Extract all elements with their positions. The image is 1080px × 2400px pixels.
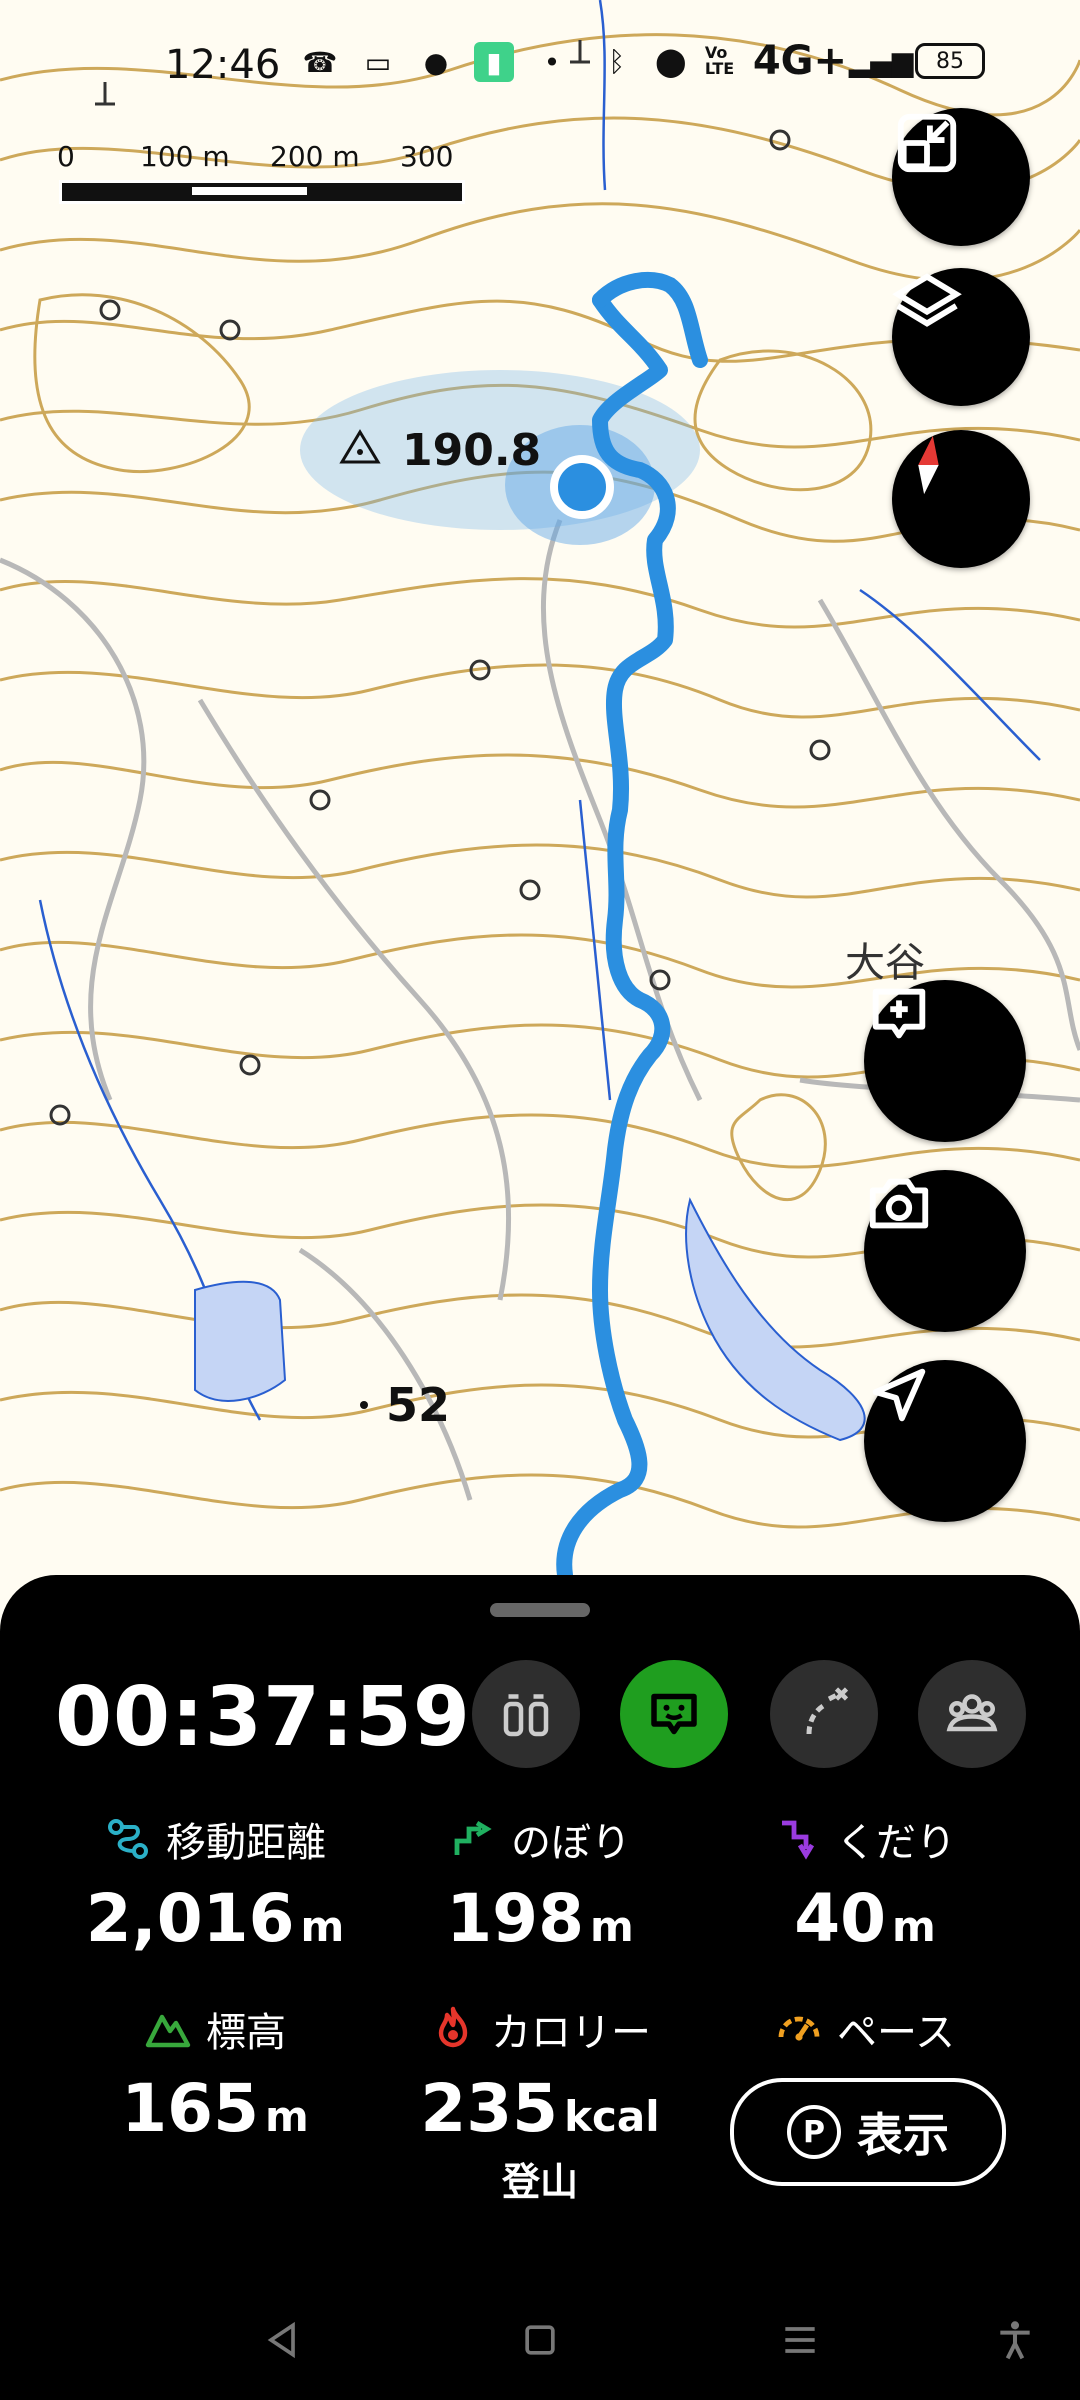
volte-icon: Vo LTE <box>704 43 735 78</box>
signal-icon: ▂▄▆ <box>848 44 914 78</box>
stat-calories: カロリー 235 kcal 登山 <box>375 2000 705 2206</box>
stat-ascent: のぼり 198 m <box>375 1810 705 1957</box>
camera-icon <box>869 1178 929 1229</box>
battery-indicator: 85 <box>915 43 985 79</box>
stat-value: 165 <box>121 2070 259 2147</box>
status-bar: 12:46 ☎ ▭ ● ▮ • ᛒ ⬤ Vo LTE 4G+ ▂▄▆ 85 <box>0 30 1080 110</box>
stat-label: 移動距離 <box>166 1820 326 1866</box>
battery-saver-icon: ▮ <box>474 42 514 82</box>
stat-unit: m <box>892 1902 936 1951</box>
home-button[interactable] <box>510 2310 570 2370</box>
route-off-course-button[interactable] <box>770 1660 878 1768</box>
spot-dot <box>360 1401 368 1409</box>
network-type: 4G+ <box>752 38 847 84</box>
elapsed-timer: 00:37:59 <box>55 1670 471 1765</box>
group-icon <box>946 1694 998 1732</box>
scale-label: 200 m <box>270 140 360 173</box>
chat-face-icon <box>651 1693 697 1735</box>
stat-label: のぼり <box>511 1820 631 1866</box>
navigation-arrow-icon <box>872 1368 926 1422</box>
stat-value: 2,016 <box>85 1880 295 1957</box>
stat-pace: ペース <box>700 2000 1030 2058</box>
stat-unit: m <box>590 1902 634 1951</box>
scale-label: 100 m <box>140 140 230 173</box>
route-split-icon <box>806 1687 849 1735</box>
group-button[interactable] <box>918 1660 1026 1768</box>
show-pace-button[interactable]: P 表示 <box>730 2078 1006 2186</box>
drag-handle[interactable] <box>490 1603 590 1617</box>
stat-unit: m <box>265 2092 309 2141</box>
stat-label: くだり <box>836 1820 956 1866</box>
descent-icon <box>782 1820 815 1860</box>
speedometer-icon <box>778 2016 820 2041</box>
route-icon <box>108 1819 148 1859</box>
voice-guide-button[interactable] <box>620 1660 728 1768</box>
mountain-icon <box>145 2014 191 2048</box>
map-scale: 0 100 m 200 m 300 m <box>55 140 475 210</box>
current-location-dot <box>550 455 614 519</box>
stat-value: 235 <box>420 2070 559 2147</box>
activity-type: 登山 <box>501 2160 578 2204</box>
shrink-map-button[interactable] <box>892 108 1030 246</box>
stat-value: 198 <box>446 1880 584 1957</box>
navigate-button[interactable] <box>864 1360 1026 1522</box>
flame-icon <box>438 2006 468 2048</box>
compass-icon <box>918 435 939 495</box>
accessibility-icon <box>1000 2321 1030 2360</box>
stat-label: 標高 <box>206 2010 286 2056</box>
recents-lines-icon <box>785 2327 815 2353</box>
spot-elevation-label: 52 <box>386 1378 451 1432</box>
camera-button[interactable] <box>864 1170 1026 1332</box>
pace-badge-icon: P <box>787 2105 841 2159</box>
scale-label: 0 <box>57 140 75 173</box>
peak-elevation-label: 190.8 <box>402 425 542 476</box>
missed-call-icon: ☎ <box>302 45 338 79</box>
add-memo-button[interactable] <box>864 980 1026 1142</box>
stat-distance: 移動距離 2,016 m <box>50 1810 380 1957</box>
stat-unit: m <box>300 1902 345 1951</box>
line-app-icon: ● <box>423 45 449 79</box>
compass-button[interactable] <box>892 430 1030 568</box>
shrink-icon <box>897 113 957 173</box>
stat-unit: kcal <box>564 2092 660 2141</box>
show-pace-label: 表示 <box>857 2108 949 2162</box>
home-square-icon <box>525 2325 555 2355</box>
gear-checklist-icon <box>503 1694 549 1737</box>
stat-altitude: 標高 165 m <box>50 2000 380 2147</box>
gear-checklist-button[interactable] <box>472 1660 580 1768</box>
back-triangle-icon <box>267 2321 295 2359</box>
stat-label: カロリー <box>491 2010 651 2056</box>
bluetooth-icon: ᛒ <box>608 44 626 78</box>
accessibility-button[interactable] <box>985 2310 1045 2370</box>
stat-value: 40 <box>794 1880 887 1957</box>
add-comment-icon <box>872 988 926 1039</box>
stat-label: ペース <box>837 2010 955 2056</box>
topographic-map[interactable]: 190.8 52 大谷 12:46 ☎ ▭ ● ▮ • ᛒ ⬤ Vo LTE 4… <box>0 0 1080 1600</box>
ascent-icon <box>454 1820 492 1855</box>
back-button[interactable] <box>252 2310 312 2370</box>
dot-icon: • <box>543 45 561 79</box>
spot-elevation-marker: 52 <box>360 1378 450 1432</box>
location-icon: ⬤ <box>655 44 687 78</box>
system-navigation-bar <box>0 2290 1080 2400</box>
stat-descent: くだり 40 m <box>700 1810 1030 1957</box>
card-icon: ▭ <box>364 45 392 79</box>
layers-button[interactable] <box>892 268 1030 406</box>
status-time: 12:46 <box>165 42 281 88</box>
recents-button[interactable] <box>770 2310 830 2370</box>
layers-icon <box>892 273 962 327</box>
scale-bar <box>59 180 465 204</box>
